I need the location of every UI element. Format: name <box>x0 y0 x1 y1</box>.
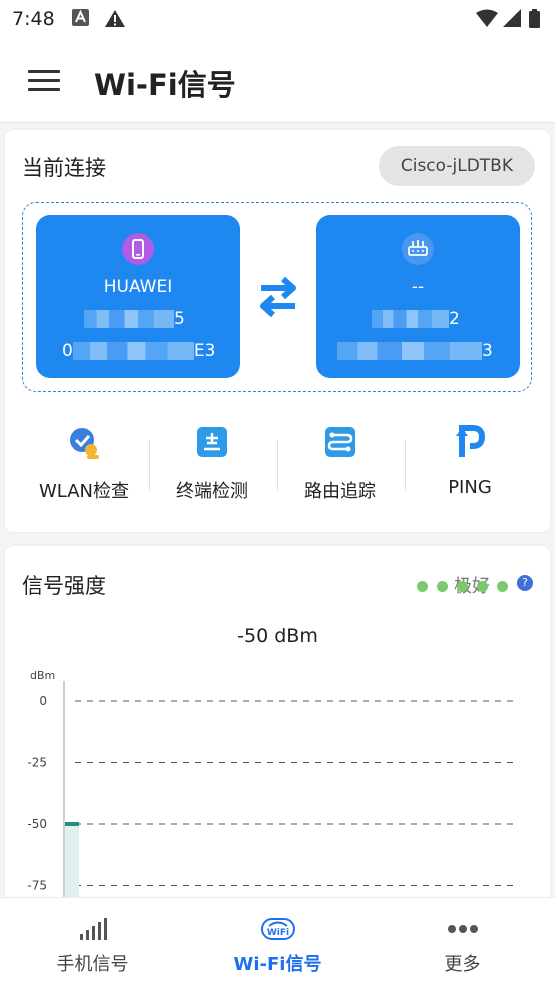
router-line-1: 2 <box>372 309 460 329</box>
nav-label: Wi-Fi信号 <box>233 954 322 975</box>
router-line-2: 3 <box>337 341 493 361</box>
status-time: 7:48 <box>12 8 55 30</box>
wifi-badge-icon: WiFi <box>261 918 295 940</box>
tool-label: WLAN检查 <box>38 481 130 502</box>
nav-label: 更多 <box>444 954 481 975</box>
nav-more[interactable]: 更多 <box>370 898 555 983</box>
chart-tick-label: -75 <box>27 879 47 893</box>
notification-a-icon <box>72 9 89 26</box>
phone-icon <box>122 233 154 265</box>
router-box[interactable]: -- 2 3 <box>316 215 520 378</box>
signal-chart: dBm 0 -25 -50 -75 <box>27 669 517 906</box>
signal-area <box>65 824 79 906</box>
redacted-block <box>84 310 174 328</box>
device-box[interactable]: HUAWEI 5 0 E3 <box>36 215 240 378</box>
device-line-1: 5 <box>84 309 185 329</box>
signal-value: -50 dBm <box>237 625 318 647</box>
tool-terminal-detect[interactable]: 终端检测 <box>148 425 276 503</box>
connection-card: 当前连接 Cisco-jLDTBK HUAWEI 5 0 E3 -- 2 3 W… <box>5 130 550 532</box>
warning-icon <box>105 10 125 27</box>
more-icon <box>448 925 478 933</box>
menu-icon[interactable] <box>28 70 60 92</box>
page-title: Wi-Fi信号 <box>94 68 236 102</box>
route-trace-icon <box>325 427 355 457</box>
battery-icon <box>529 9 540 28</box>
signal-dots <box>413 577 508 596</box>
signal-card: 信号强度 极好 ? -50 dBm dBm 0 -25 -50 -75 <box>5 546 550 906</box>
device-line-2: 0 E3 <box>62 341 215 361</box>
tool-route-trace[interactable]: 路由追踪 <box>276 425 404 503</box>
cell-signal-icon <box>80 918 107 940</box>
help-icon[interactable]: ? <box>517 575 533 591</box>
nav-wifi-signal[interactable]: WiFi Wi-Fi信号 <box>185 898 370 983</box>
swap-arrows-icon <box>260 276 296 318</box>
router-icon <box>402 233 434 265</box>
ssid-pill[interactable]: Cisco-jLDTBK <box>378 146 535 186</box>
ping-icon <box>456 425 486 457</box>
tool-label: 终端检测 <box>176 481 248 502</box>
signal-dot <box>456 581 468 592</box>
tool-label: PING <box>448 477 492 498</box>
app-bar: Wi-Fi信号 <box>0 38 555 123</box>
connection-diagram: HUAWEI 5 0 E3 -- 2 3 <box>22 202 532 392</box>
tool-label: 路由追踪 <box>304 481 376 502</box>
chart-marks <box>65 822 79 906</box>
device-line-2-start: 0 <box>62 341 73 361</box>
nav-cell-signal[interactable]: 手机信号 <box>0 898 185 983</box>
connection-title: 当前连接 <box>22 156 106 180</box>
tool-wlan-check[interactable]: WLAN检查 <box>20 425 148 503</box>
device-line-2-end: E3 <box>193 341 216 361</box>
nav-label: 手机信号 <box>56 954 129 975</box>
status-bar: 7:48 <box>0 0 555 38</box>
router-line-1-end: 2 <box>449 309 460 329</box>
signal-dot <box>476 581 488 592</box>
device-line-1-end: 5 <box>174 309 185 329</box>
signal-dot <box>416 581 428 592</box>
bottom-nav: 手机信号 WiFi Wi-Fi信号 更多 <box>0 897 555 983</box>
signal-dot <box>436 581 448 592</box>
svg-text:WiFi: WiFi <box>267 928 289 938</box>
wlan-check-icon <box>70 428 99 459</box>
redacted-block <box>372 310 449 328</box>
tool-ping[interactable]: PING <box>406 425 534 498</box>
signal-current-mark <box>65 822 79 826</box>
cell-status-icon <box>503 9 521 27</box>
chart-unit: dBm <box>30 669 55 682</box>
redacted-block <box>72 342 194 360</box>
router-name: -- <box>411 277 425 297</box>
router-line-2-end: 3 <box>482 341 493 361</box>
device-name: HUAWEI <box>103 277 173 297</box>
signal-title: 信号强度 <box>22 574 106 598</box>
signal-dot <box>497 581 508 592</box>
redacted-block <box>337 342 482 360</box>
wifi-status-icon <box>476 9 498 27</box>
chart-tick-label: -50 <box>27 817 47 831</box>
chart-tick-label: -25 <box>27 756 47 770</box>
terminal-detect-icon <box>197 427 227 457</box>
chart-grid: 0 -25 -50 -75 <box>27 694 517 893</box>
chart-tick-label: 0 <box>39 694 47 708</box>
